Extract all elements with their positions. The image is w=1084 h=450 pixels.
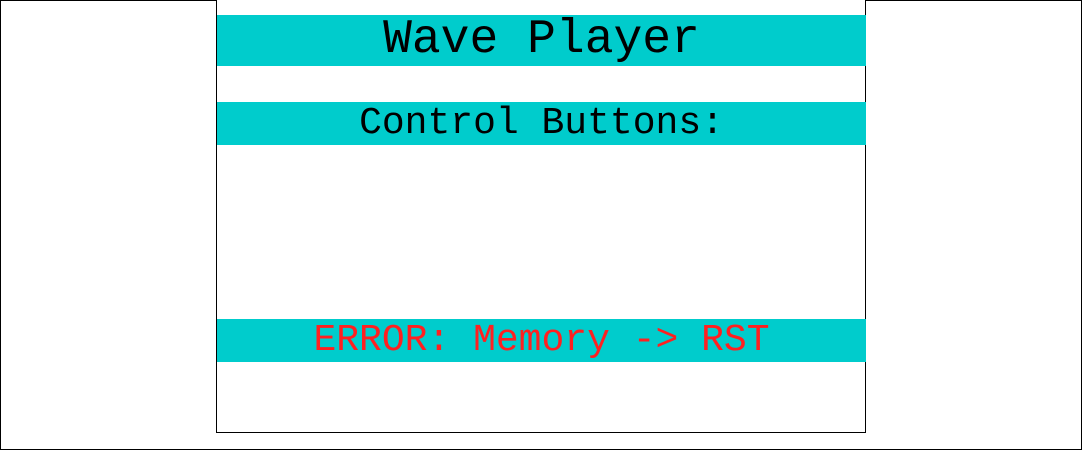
lcd-screen: Wave Player Control Buttons: ERROR: Memo… bbox=[216, 0, 866, 433]
error-status-bar: ERROR: Memory -> RST bbox=[217, 319, 866, 362]
control-buttons-label: Control Buttons: bbox=[359, 102, 724, 145]
title-bar: Wave Player bbox=[217, 15, 866, 66]
subtitle-bar: Control Buttons: bbox=[217, 102, 866, 145]
app-title: Wave Player bbox=[383, 13, 700, 67]
error-message: ERROR: Memory -> RST bbox=[313, 319, 770, 362]
